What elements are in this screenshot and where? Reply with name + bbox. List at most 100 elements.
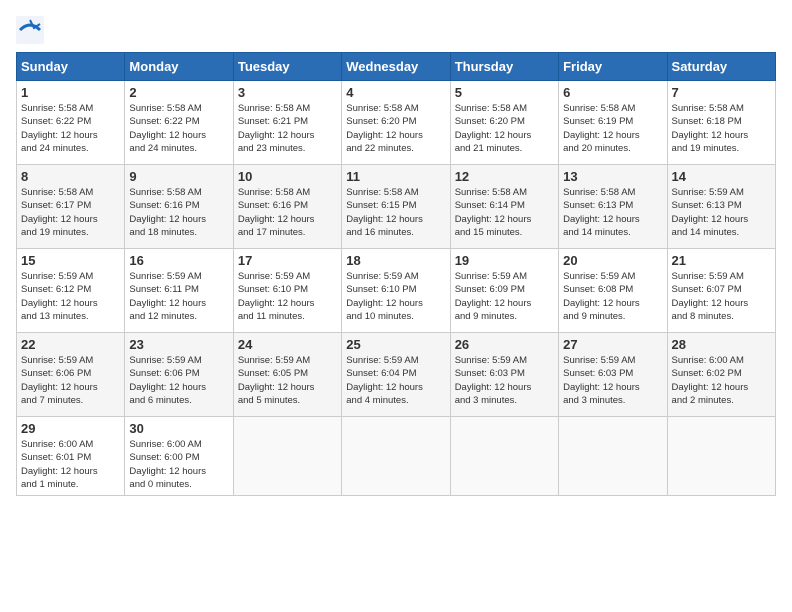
calendar-cell: 4Sunrise: 5:58 AMSunset: 6:20 PMDaylight… [342, 81, 450, 165]
weekday-header: Thursday [450, 53, 558, 81]
day-number: 20 [563, 253, 662, 268]
day-number: 26 [455, 337, 554, 352]
weekday-header: Tuesday [233, 53, 341, 81]
day-number: 23 [129, 337, 228, 352]
calendar-cell: 15 Sunrise: 5:59 AMSunset: 6:12 PMDayligh… [17, 249, 125, 333]
cell-content: Sunrise: 6:00 AMSunset: 6:00 PMDaylight:… [129, 438, 228, 491]
logo [16, 16, 48, 44]
cell-content: Sunrise: 5:59 AMSunset: 6:11 PMDaylight:… [129, 270, 228, 323]
cell-content: Sunrise: 5:58 AMSunset: 6:15 PMDaylight:… [346, 186, 445, 239]
cell-content: Sunrise: 5:59 AMSunset: 6:08 PMDaylight:… [563, 270, 662, 323]
day-number: 19 [455, 253, 554, 268]
day-number: 21 [672, 253, 771, 268]
day-number: 1 [21, 85, 120, 100]
weekday-header: Sunday [17, 53, 125, 81]
calendar-cell: 27 Sunrise: 5:59 AMSunset: 6:03 PMDayligh… [559, 333, 667, 417]
cell-content: Sunrise: 5:58 AMSunset: 6:19 PMDaylight:… [563, 102, 662, 155]
cell-content: Sunrise: 5:58 AMSunset: 6:20 PMDaylight:… [455, 102, 554, 155]
cell-content: Sunrise: 5:59 AMSunset: 6:04 PMDaylight:… [346, 354, 445, 407]
calendar-cell: 3 Sunrise: 5:58 AMSunset: 6:21 PMDaylight… [233, 81, 341, 165]
day-number: 16 [129, 253, 228, 268]
calendar-cell: 18 Sunrise: 5:59 AMSunset: 6:10 PMDayligh… [342, 249, 450, 333]
day-number: 27 [563, 337, 662, 352]
calendar-cell: 28 Sunrise: 6:00 AMSunset: 6:02 PMDayligh… [667, 333, 775, 417]
calendar-cell: 6 Sunrise: 5:58 AMSunset: 6:19 PMDaylight… [559, 81, 667, 165]
day-number: 28 [672, 337, 771, 352]
calendar-cell: 19 Sunrise: 5:59 AMSunset: 6:09 PMDayligh… [450, 249, 558, 333]
day-number: 14 [672, 169, 771, 184]
calendar-cell: 21 Sunrise: 5:59 AMSunset: 6:07 PMDayligh… [667, 249, 775, 333]
cell-content: Sunrise: 5:58 AMSunset: 6:13 PMDaylight:… [563, 186, 662, 239]
day-number: 13 [563, 169, 662, 184]
calendar-cell: 9 Sunrise: 5:58 AMSunset: 6:16 PMDaylight… [125, 165, 233, 249]
calendar-cell: 7 Sunrise: 5:58 AMSunset: 6:18 PMDaylight… [667, 81, 775, 165]
cell-content: Sunrise: 5:58 AMSunset: 6:18 PMDaylight:… [672, 102, 771, 155]
cell-content: Sunrise: 5:58 AMSunset: 6:14 PMDaylight:… [455, 186, 554, 239]
calendar-cell: 5 Sunrise: 5:58 AMSunset: 6:20 PMDaylight… [450, 81, 558, 165]
calendar-cell: 26 Sunrise: 5:59 AMSunset: 6:03 PMDayligh… [450, 333, 558, 417]
cell-content: Sunrise: 5:59 AMSunset: 6:10 PMDaylight:… [346, 270, 445, 323]
cell-content: Sunrise: 5:59 AMSunset: 6:03 PMDaylight:… [455, 354, 554, 407]
calendar-cell [450, 417, 558, 496]
day-number: 11 [346, 169, 445, 184]
cell-content: Sunrise: 5:58 AMSunset: 6:22 PMDaylight:… [21, 102, 120, 155]
cell-content: Sunrise: 5:59 AMSunset: 6:06 PMDaylight:… [129, 354, 228, 407]
calendar-table: SundayMondayTuesdayWednesdayThursdayFrid… [16, 52, 776, 496]
cell-content: Sunrise: 5:59 AMSunset: 6:13 PMDaylight:… [672, 186, 771, 239]
calendar-cell: 17Sunrise: 5:59 AMSunset: 6:10 PMDayligh… [233, 249, 341, 333]
day-number: 6 [563, 85, 662, 100]
cell-content: Sunrise: 5:58 AMSunset: 6:21 PMDaylight:… [238, 102, 337, 155]
day-number: 2 [129, 85, 228, 100]
calendar-cell: 30Sunrise: 6:00 AMSunset: 6:00 PMDayligh… [125, 417, 233, 496]
day-number: 18 [346, 253, 445, 268]
cell-content: Sunrise: 5:59 AMSunset: 6:07 PMDaylight:… [672, 270, 771, 323]
day-number: 24 [238, 337, 337, 352]
calendar-cell: 29 Sunrise: 6:00 AMSunset: 6:01 PMDayligh… [17, 417, 125, 496]
weekday-header: Saturday [667, 53, 775, 81]
cell-content: Sunrise: 5:59 AMSunset: 6:03 PMDaylight:… [563, 354, 662, 407]
day-number: 29 [21, 421, 120, 436]
day-number: 3 [238, 85, 337, 100]
calendar-cell: 11 Sunrise: 5:58 AMSunset: 6:15 PMDayligh… [342, 165, 450, 249]
cell-content: Sunrise: 5:59 AMSunset: 6:10 PMDaylight:… [238, 270, 337, 323]
day-number: 22 [21, 337, 120, 352]
cell-content: Sunrise: 5:59 AMSunset: 6:05 PMDaylight:… [238, 354, 337, 407]
day-number: 9 [129, 169, 228, 184]
calendar-cell [233, 417, 341, 496]
calendar-cell: 16 Sunrise: 5:59 AMSunset: 6:11 PMDayligh… [125, 249, 233, 333]
cell-content: Sunrise: 5:59 AMSunset: 6:12 PMDaylight:… [21, 270, 120, 323]
calendar-cell: 1 Sunrise: 5:58 AMSunset: 6:22 PMDaylight… [17, 81, 125, 165]
calendar-cell [342, 417, 450, 496]
day-number: 25 [346, 337, 445, 352]
calendar-cell: 2Sunrise: 5:58 AMSunset: 6:22 PMDaylight… [125, 81, 233, 165]
cell-content: Sunrise: 5:59 AMSunset: 6:09 PMDaylight:… [455, 270, 554, 323]
calendar-cell: 13 Sunrise: 5:58 AMSunset: 6:13 PMDayligh… [559, 165, 667, 249]
weekday-header: Friday [559, 53, 667, 81]
day-number: 12 [455, 169, 554, 184]
cell-content: Sunrise: 6:00 AMSunset: 6:01 PMDaylight:… [21, 438, 120, 491]
day-number: 5 [455, 85, 554, 100]
logo-icon [16, 16, 44, 44]
cell-content: Sunrise: 5:59 AMSunset: 6:06 PMDaylight:… [21, 354, 120, 407]
day-number: 10 [238, 169, 337, 184]
cell-content: Sunrise: 5:58 AMSunset: 6:17 PMDaylight:… [21, 186, 120, 239]
weekday-header: Wednesday [342, 53, 450, 81]
calendar-cell [667, 417, 775, 496]
header [16, 16, 776, 44]
cell-content: Sunrise: 6:00 AMSunset: 6:02 PMDaylight:… [672, 354, 771, 407]
calendar-cell: 25 Sunrise: 5:59 AMSunset: 6:04 PMDayligh… [342, 333, 450, 417]
day-number: 4 [346, 85, 445, 100]
calendar-cell [559, 417, 667, 496]
calendar-cell: 23 Sunrise: 5:59 AMSunset: 6:06 PMDayligh… [125, 333, 233, 417]
calendar-cell: 20 Sunrise: 5:59 AMSunset: 6:08 PMDayligh… [559, 249, 667, 333]
day-number: 7 [672, 85, 771, 100]
cell-content: Sunrise: 5:58 AMSunset: 6:16 PMDaylight:… [238, 186, 337, 239]
weekday-header: Monday [125, 53, 233, 81]
calendar-cell: 14 Sunrise: 5:59 AMSunset: 6:13 PMDayligh… [667, 165, 775, 249]
calendar-cell: 24 Sunrise: 5:59 AMSunset: 6:05 PMDayligh… [233, 333, 341, 417]
day-number: 8 [21, 169, 120, 184]
calendar-cell: 10 Sunrise: 5:58 AMSunset: 6:16 PMDayligh… [233, 165, 341, 249]
day-number: 15 [21, 253, 120, 268]
cell-content: Sunrise: 5:58 AMSunset: 6:16 PMDaylight:… [129, 186, 228, 239]
calendar-cell: 22 Sunrise: 5:59 AMSunset: 6:06 PMDayligh… [17, 333, 125, 417]
